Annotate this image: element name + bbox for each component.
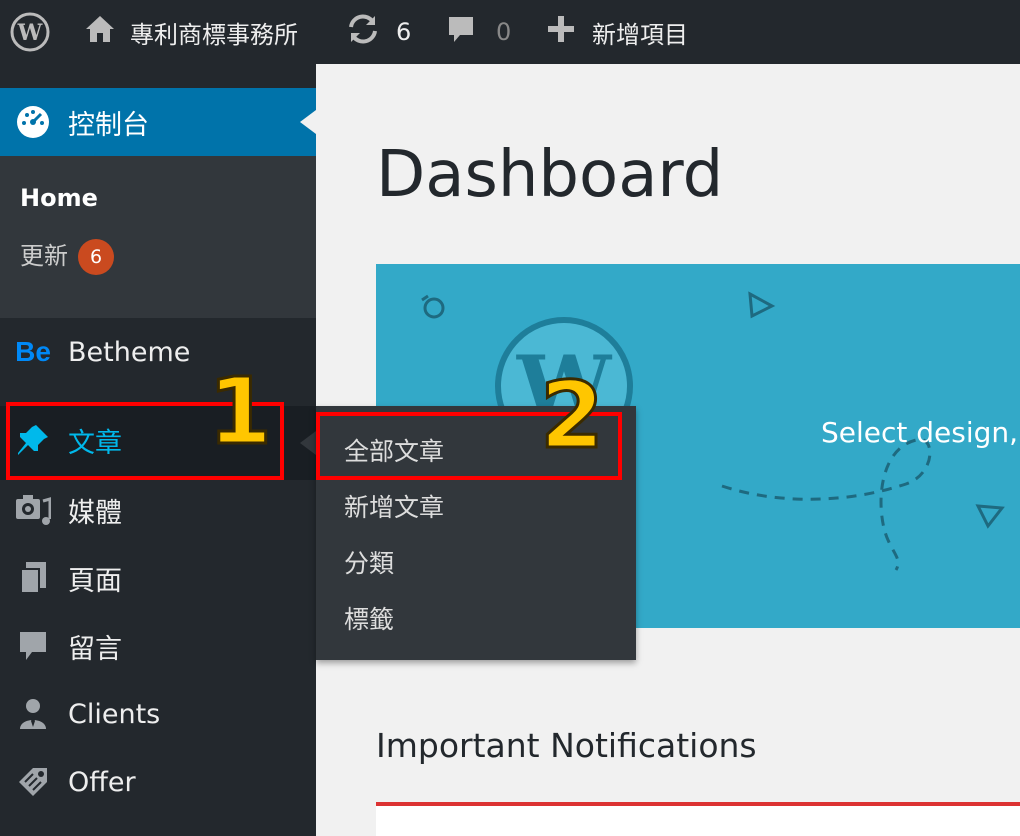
menu-item-media[interactable]: 媒體 — [0, 478, 316, 542]
updates-icon — [346, 13, 380, 51]
menu-item-clients[interactable]: Clients — [0, 682, 316, 746]
current-menu-arrow — [300, 110, 316, 134]
comments-link[interactable]: 0 — [446, 0, 511, 64]
submenu-home[interactable]: Home — [20, 184, 98, 212]
menu-label-offer: Offer — [68, 766, 136, 798]
menu-label-media: 媒體 — [68, 497, 122, 529]
tag-icon — [14, 763, 52, 801]
notifications-title: Important Notifications — [376, 726, 757, 765]
user-icon — [14, 695, 52, 733]
site-name-link[interactable]: 專利商標事務所 — [84, 0, 298, 64]
flyout-item-tags[interactable]: 標籤 — [344, 600, 394, 636]
comment-icon — [446, 14, 476, 50]
annotation-number-2: 2 — [538, 362, 605, 469]
annotation-number-1: 1 — [206, 358, 273, 465]
plus-icon — [548, 16, 574, 48]
admin-bar: W 專利商標事務所 6 0 新增項目 — [0, 0, 1020, 64]
pages-icon — [14, 559, 52, 597]
svg-text:W: W — [17, 20, 43, 46]
flyout-item-categories[interactable]: 分類 — [344, 544, 394, 580]
page-title: Dashboard — [376, 138, 724, 212]
updates-link[interactable]: 6 — [346, 0, 411, 64]
updates-badge: 6 — [78, 239, 114, 275]
menu-item-dashboard[interactable]: 控制台 — [0, 88, 316, 156]
menu-label-comments: 留言 — [68, 633, 122, 665]
wp-admin-screen: W 專利商標事務所 6 0 新增項目 控制台 Home 更新 6 Be Beth… — [0, 0, 1020, 836]
welcome-text: Select design, fu — [821, 416, 1020, 449]
menu-label-clients: Clients — [68, 698, 161, 730]
menu-item-comments[interactable]: 留言 — [0, 614, 316, 678]
comments-count: 0 — [496, 18, 512, 46]
media-icon — [14, 491, 52, 529]
home-icon — [84, 14, 116, 50]
updates-count: 6 — [396, 18, 412, 46]
menu-item-pages[interactable]: 頁面 — [0, 546, 316, 610]
flyout-arrow — [300, 431, 316, 455]
dashboard-label: 控制台 — [68, 109, 149, 141]
site-name: 專利商標事務所 — [130, 20, 298, 49]
menu-label-pages: 頁面 — [68, 565, 122, 597]
dashboard-submenu: Home 更新 6 — [0, 156, 316, 318]
wordpress-logo-icon[interactable]: W — [10, 0, 50, 64]
submenu-updates-label: 更新 — [20, 242, 68, 270]
comment-icon — [14, 627, 52, 665]
new-content-link[interactable]: 新增項目 — [548, 0, 688, 64]
menu-item-offer[interactable]: Offer — [0, 750, 316, 814]
notifications-box — [376, 802, 1020, 836]
new-content-label: 新增項目 — [592, 20, 688, 49]
menu-label-betheme: Betheme — [68, 336, 191, 368]
betheme-logo-icon: Be — [15, 336, 51, 367]
flyout-item-new-post[interactable]: 新增文章 — [344, 488, 444, 524]
submenu-updates[interactable]: 更新 6 — [20, 236, 114, 275]
dashboard-icon — [14, 103, 52, 141]
